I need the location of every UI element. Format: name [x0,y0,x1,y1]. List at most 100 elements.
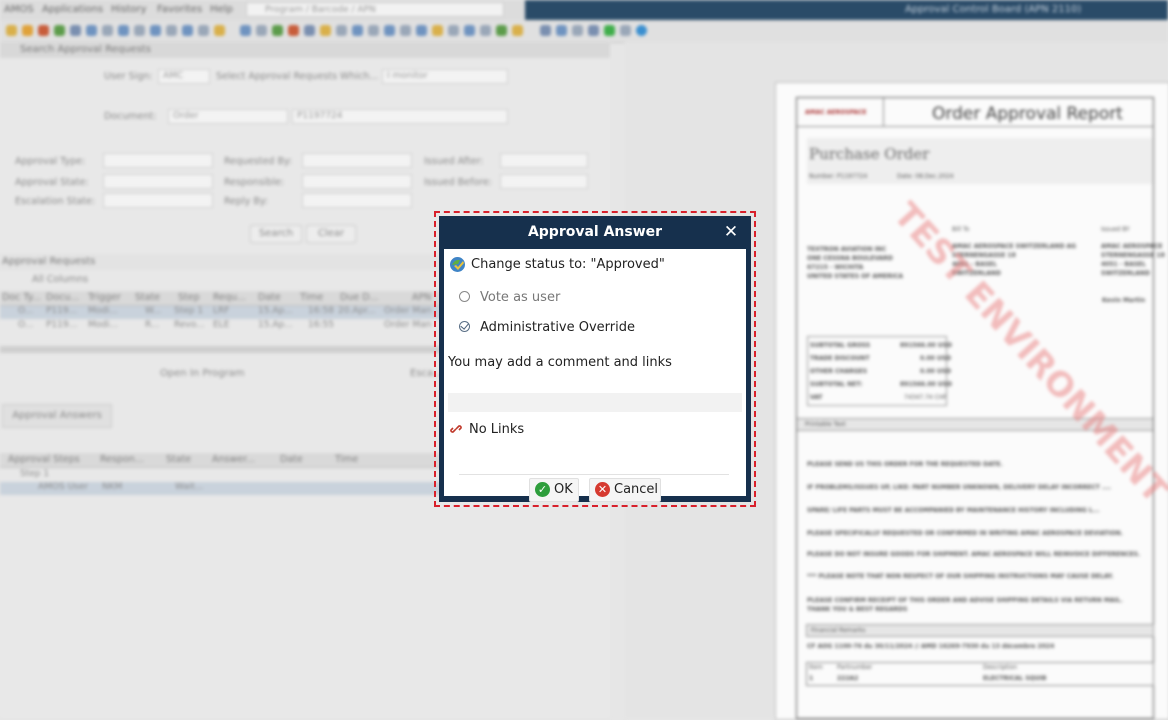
column-header[interactable]: State [135,292,160,303]
dialog-title: Approval Answer [527,224,663,240]
bill-to-line: AMAC AEROSPACE SWITZERLAND AG [952,243,1077,250]
toolbar-icon[interactable] [416,25,427,36]
toolbar-icon[interactable] [288,25,299,36]
toolbar-icon[interactable] [572,25,583,36]
toolbar-icon[interactable] [336,25,347,36]
toolbar-icon[interactable] [496,25,507,36]
escalation-state-dropdown[interactable] [103,193,213,208]
column-header[interactable]: Date [258,292,281,303]
cancel-button[interactable]: ✕ Cancel [589,478,661,502]
menu-item-history[interactable]: History [111,4,147,15]
column-header[interactable]: APN [412,292,431,303]
toolbar-icon[interactable] [540,25,551,36]
toolbar-icon[interactable] [636,25,647,36]
tab-approval-answers[interactable]: Approval Answers [2,404,112,428]
toolbar-icon[interactable] [166,25,177,36]
column-header[interactable]: Time [300,292,323,303]
column-header[interactable]: Time [335,454,358,465]
logo-text: AMAC AEROSPACE [805,109,867,116]
document-number-input[interactable]: P1197724 [292,109,508,124]
toolbar-icon[interactable] [304,25,315,36]
toolbar-icon[interactable] [214,25,225,36]
menu-item-applications[interactable]: Applications [42,4,103,15]
toolbar-icon[interactable] [448,25,459,36]
toolbar-icon[interactable] [240,25,251,36]
comment-input[interactable] [448,393,742,412]
total-label: SUBTOTAL NET: [810,381,863,388]
responsible-dropdown[interactable] [302,174,412,189]
note-line: THANK YOU & BEST REGARDS [807,606,908,613]
radio-unselected-icon[interactable] [459,291,470,302]
column-header[interactable]: State [166,454,191,465]
comment-label: You may add a comment and links [448,355,672,370]
table-cell: 15.Ap... [258,306,293,316]
toolbar-icon[interactable] [368,25,379,36]
toolbar-icon[interactable] [432,25,443,36]
toolbar-icon[interactable] [54,25,65,36]
column-header[interactable]: Due D... [340,292,379,303]
toolbar-icon[interactable] [620,25,631,36]
toolbar-icon[interactable] [134,25,145,36]
user-sign-input[interactable]: AMC [158,69,210,84]
search-button[interactable]: Search [250,225,302,243]
toolbar-icon[interactable] [182,25,193,36]
link-icon[interactable] [450,423,462,435]
toolbar-icon[interactable] [118,25,129,36]
reply-by-dropdown[interactable] [302,193,412,208]
column-header[interactable]: Approval Steps [8,454,80,465]
menu-item-amos[interactable]: AMOS [4,4,34,15]
window-title: Approval Control Board (APN 2110) [905,4,1082,15]
toolbar-icon[interactable] [480,25,491,36]
toolbar-icon[interactable] [86,25,97,36]
all-columns-button[interactable]: All Columns [32,274,88,285]
column-header[interactable]: Trigger [88,292,121,303]
issued-before-date[interactable] [500,174,588,189]
toolbar-icon[interactable] [70,25,81,36]
menu-item-help[interactable]: Help [210,4,233,15]
program-search-input[interactable]: Program / Barcode / APN [246,2,504,17]
column-header[interactable]: Doc Ty... [2,292,41,303]
toolbar-icon[interactable] [320,25,331,36]
toolbar-icon[interactable] [400,25,411,36]
toolbar-icon[interactable] [384,25,395,36]
document-type-dropdown[interactable]: Order [168,109,288,124]
toolbar-icon[interactable] [38,25,49,36]
clear-button[interactable]: Clear [306,225,356,243]
toolbar-icon[interactable] [604,25,615,36]
toolbar-icon[interactable] [102,25,113,36]
table-cell: 15.Ap... [258,320,293,330]
toolbar-icon[interactable] [150,25,161,36]
close-icon[interactable]: ✕ [721,222,741,242]
column-header[interactable]: Answer... [212,454,255,465]
radio-selected-icon[interactable] [459,321,470,332]
open-in-program-button[interactable]: Open In Program [160,368,245,379]
note-line: PLEASE SPECIFICALLY REQUESTED OR CONFIRM… [807,530,1123,537]
column-header[interactable]: Respon... [100,454,144,465]
approval-type-dropdown[interactable] [103,153,213,168]
toolbar-icon[interactable] [22,25,33,36]
vote-as-user-option[interactable]: Vote as user [480,290,560,305]
toolbar-icon[interactable] [256,25,267,36]
toolbar-icon[interactable] [512,25,523,36]
table-cell: Order Man [384,306,432,316]
item-header: Item [809,664,823,671]
select-requests-dropdown[interactable]: I monitor [382,69,508,84]
column-header[interactable]: Date [280,454,303,465]
column-header[interactable]: Requ... [213,292,246,303]
approval-state-dropdown[interactable] [103,174,213,189]
ok-button[interactable]: ✓ OK [529,478,579,502]
requested-by-dropdown[interactable] [302,153,412,168]
column-header[interactable]: Step [178,292,200,303]
administrative-override-option[interactable]: Administrative Override [480,320,635,335]
toolbar-icon[interactable] [272,25,283,36]
status-change-icon [450,257,465,272]
issued-after-date[interactable] [500,153,588,168]
column-header[interactable]: Docu... [46,292,79,303]
toolbar-icon[interactable] [352,25,363,36]
toolbar-icon[interactable] [6,25,17,36]
toolbar-icon[interactable] [588,25,599,36]
toolbar-icon[interactable] [464,25,475,36]
toolbar-icon[interactable] [198,25,209,36]
toolbar-icon[interactable] [556,25,567,36]
menu-item-favorites[interactable]: Favorites [157,4,202,15]
